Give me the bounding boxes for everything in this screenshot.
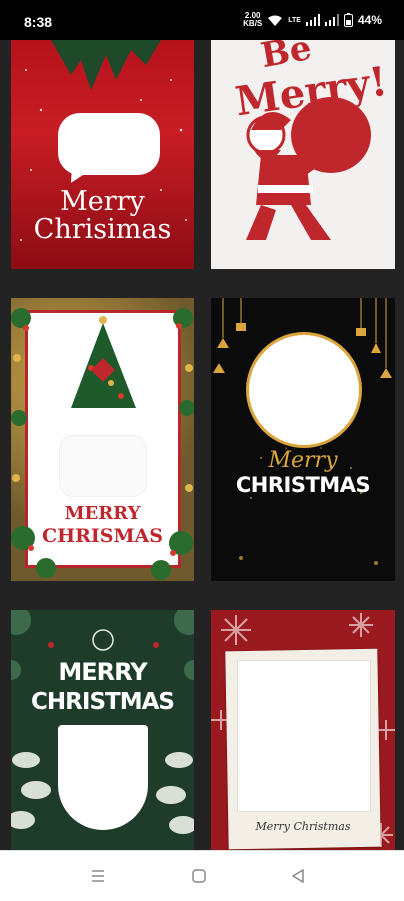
- home-icon[interactable]: [192, 869, 206, 883]
- card-polaroid[interactable]: Merry Christmas: [211, 610, 395, 850]
- card-text-line2: CHRISTMAS: [235, 473, 371, 497]
- card-text-line1: MERRY: [64, 503, 141, 524]
- navigation-bar: [0, 850, 404, 901]
- signal-icon-2: [324, 14, 339, 26]
- card-text-line2: CHRISTMAS: [31, 689, 175, 715]
- wifi-icon: [268, 15, 283, 26]
- card-text: MERRY CHRISMAS: [11, 503, 194, 547]
- card-text-line2: CHRISMAS: [42, 525, 163, 547]
- card-text-line2: Chrisimas: [33, 214, 172, 245]
- card-green-leaves[interactable]: MERRY CHRISTMAS: [11, 610, 194, 850]
- status-icons: 2.00 KB/S LTE 44%: [243, 12, 382, 28]
- network-speed: 2.00 KB/S: [243, 12, 262, 28]
- polaroid-photo-slot[interactable]: [237, 660, 371, 812]
- network-speed-unit: KB/S: [243, 19, 263, 28]
- santa-illustration: [246, 97, 371, 240]
- card-text: Merry CHRISTMAS: [211, 448, 395, 497]
- card-red-merry-chrisimas[interactable]: Merry Chrisimas: [11, 40, 194, 269]
- template-grid: Merry Chrisimas Be Merry! MERRY CHRISMAS…: [0, 40, 404, 850]
- circle-photo-slot[interactable]: [246, 332, 362, 448]
- status-time: 8:38: [24, 14, 53, 30]
- signal-icon-1: [305, 14, 320, 26]
- status-bar: 8:38 2.00 KB/S LTE 44%: [0, 0, 404, 40]
- photo-slot[interactable]: [59, 435, 147, 497]
- card-tree-frame[interactable]: MERRY CHRISMAS: [11, 298, 194, 581]
- card-gold-circle[interactable]: Merry CHRISTMAS: [211, 298, 395, 581]
- card-text-line1: Merry Christmas: [255, 820, 351, 833]
- lte-icon: LTE: [288, 16, 301, 24]
- back-icon[interactable]: [292, 869, 304, 883]
- card-text-line1: MERRY: [58, 658, 147, 686]
- card-text-line1: Merry: [268, 448, 338, 473]
- battery-icon: [343, 13, 353, 27]
- card-be-merry-santa[interactable]: Be Merry!: [211, 40, 395, 269]
- recents-icon[interactable]: [91, 869, 105, 883]
- card-text-line1: Merry: [60, 186, 145, 217]
- shield-photo-slot[interactable]: [58, 725, 148, 830]
- battery-percent: 44%: [357, 13, 382, 27]
- card-text: Merry Chrisimas: [11, 188, 194, 244]
- card-text: MERRY CHRISTMAS: [11, 657, 194, 717]
